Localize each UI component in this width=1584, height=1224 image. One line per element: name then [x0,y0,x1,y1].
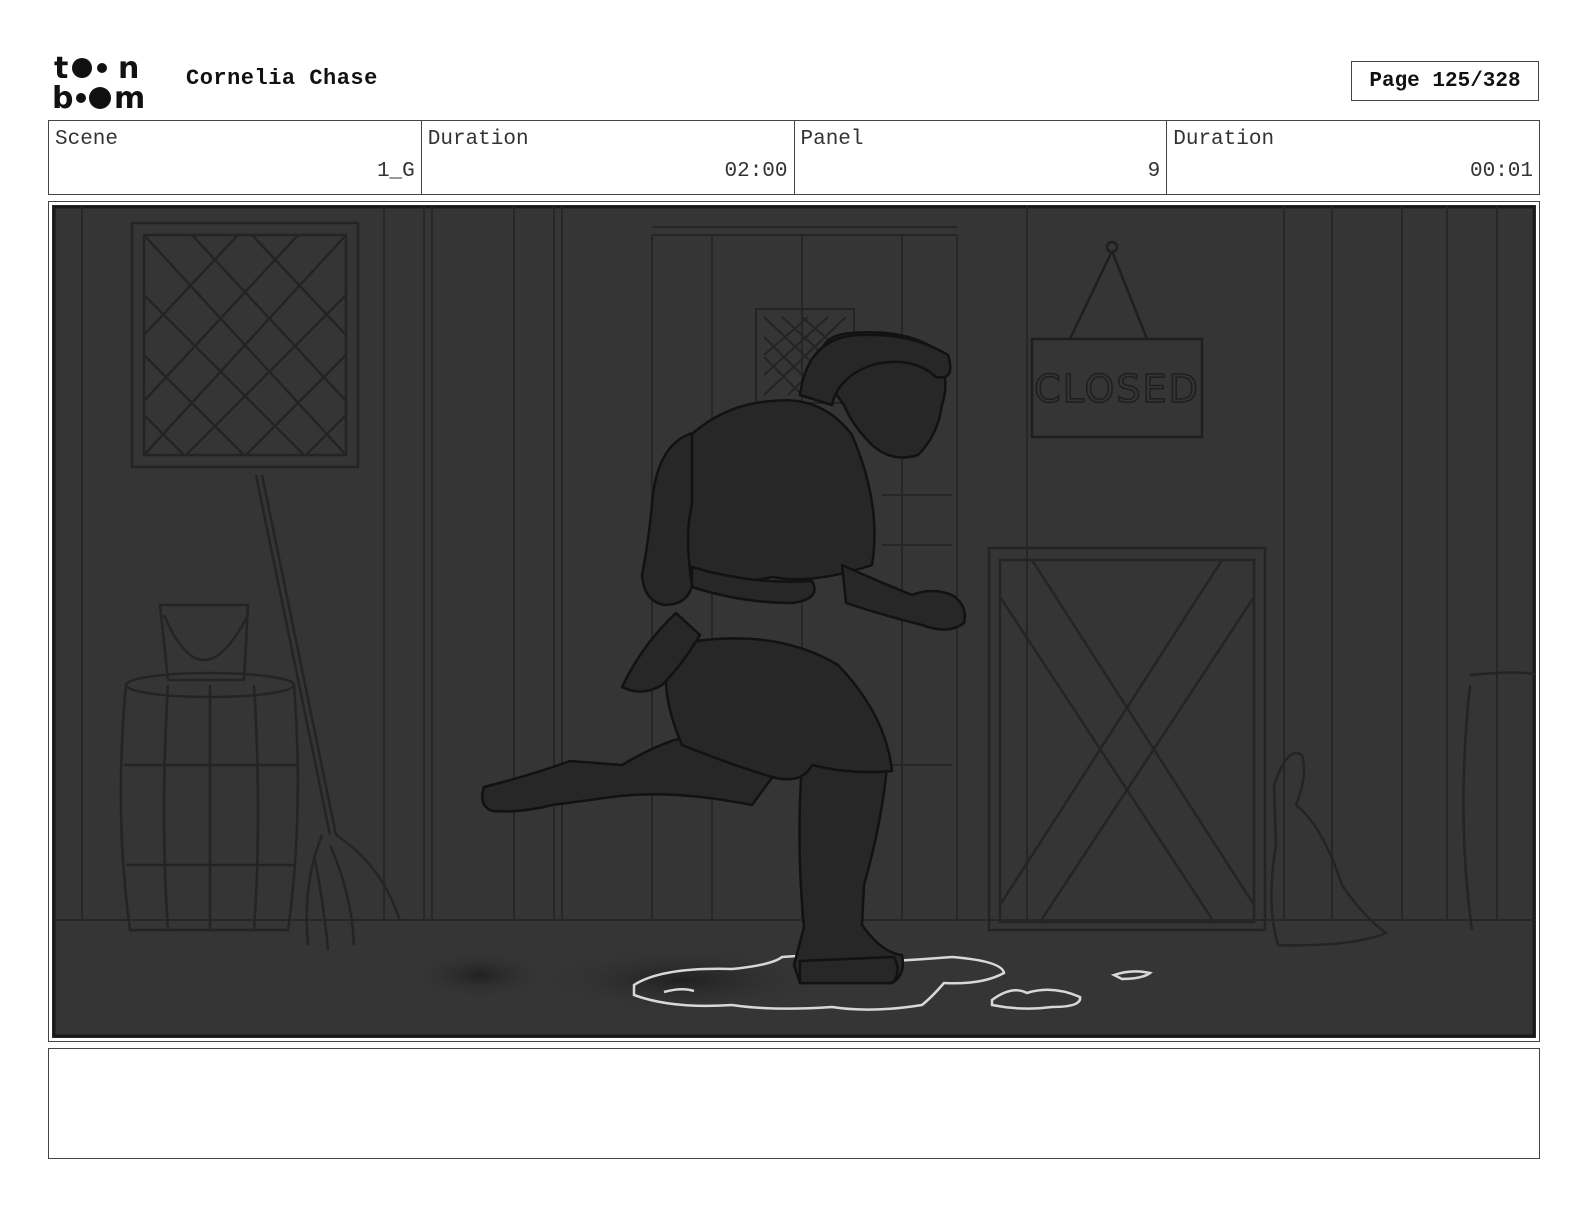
page-number: Page 125/328 [1351,61,1539,101]
svg-text:b: b [52,81,73,112]
svg-text:m: m [114,81,145,112]
scene-duration-cell: Duration 02:00 [422,121,795,194]
panel-duration-value: 00:01 [1469,160,1533,183]
panel-sketch: CLOSED [52,205,1536,1038]
panel-cell: Panel 9 [795,121,1168,194]
panel-notes-box [48,1048,1540,1159]
toon-boom-logo: t n b m [52,52,145,112]
panel-duration-cell: Duration 00:01 [1167,121,1539,194]
panel-label: Panel [800,128,864,151]
scene-duration-value: 02:00 [724,160,788,183]
storyboard-panel-drawing: CLOSED [52,205,1536,1038]
scene-value: 1_G [376,160,415,183]
scene-info-table: Scene 1_G Duration 02:00 Panel 9 Duratio… [48,120,1540,195]
closed-sign-text: CLOSED [1034,367,1200,411]
panel-value: 9 [1147,160,1161,183]
scene-duration-label: Duration [427,128,529,151]
project-title: Cornelia Chase [186,66,378,91]
scene-cell: Scene 1_G [49,121,422,194]
scene-label: Scene [55,128,119,151]
panel-duration-label: Duration [1173,128,1275,151]
